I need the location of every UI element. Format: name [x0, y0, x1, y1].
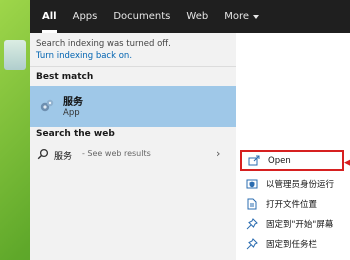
- best-match-header: Best match: [36, 72, 94, 82]
- search-filter-bar: All Apps Documents Web More: [30, 0, 350, 33]
- tab-web[interactable]: Web: [178, 0, 216, 33]
- pin-taskbar-icon: [246, 237, 258, 249]
- indexing-notice: Search indexing was turned off.: [36, 39, 171, 49]
- menu-item-run-as-admin[interactable]: 以管理员身份运行: [240, 173, 344, 194]
- open-window-icon: [248, 155, 260, 165]
- desktop-recycle-bin-icon[interactable]: [4, 40, 26, 70]
- best-match-subtitle: App: [63, 108, 80, 118]
- tab-documents[interactable]: Documents: [105, 0, 178, 33]
- best-match-result[interactable]: 服务 App: [30, 86, 236, 127]
- search-web-header: Search the web: [36, 129, 115, 139]
- tab-apps[interactable]: Apps: [65, 0, 106, 33]
- file-location-icon: [247, 198, 257, 209]
- chevron-right-icon[interactable]: ›: [216, 147, 220, 160]
- menu-item-open[interactable]: Open: [240, 150, 344, 171]
- turn-indexing-on-link[interactable]: Turn indexing back on.: [36, 51, 132, 61]
- shield-admin-icon: [246, 179, 258, 188]
- tab-all[interactable]: All: [34, 0, 65, 33]
- divider: [30, 66, 236, 67]
- menu-item-pin-to-taskbar[interactable]: 固定到任务栏: [240, 233, 344, 254]
- best-match-title: 服务: [63, 97, 83, 108]
- pin-icon: [246, 217, 258, 229]
- web-result[interactable]: 服务 - See web results ›: [30, 145, 236, 165]
- menu-item-open-file-location[interactable]: 打开文件位置: [240, 193, 344, 214]
- chevron-down-icon: [253, 14, 259, 19]
- search-icon: [37, 148, 49, 160]
- gear-service-icon: [40, 99, 54, 112]
- tab-more[interactable]: More: [216, 0, 267, 33]
- annotation-arrow-icon: ◀: [344, 158, 350, 168]
- web-result-term: 服务: [54, 152, 73, 162]
- menu-item-pin-to-start[interactable]: 固定到"开始"屏幕: [240, 213, 344, 234]
- search-results-pane: Search indexing was turned off. Turn ind…: [30, 33, 236, 260]
- web-result-hint: - See web results: [82, 149, 151, 158]
